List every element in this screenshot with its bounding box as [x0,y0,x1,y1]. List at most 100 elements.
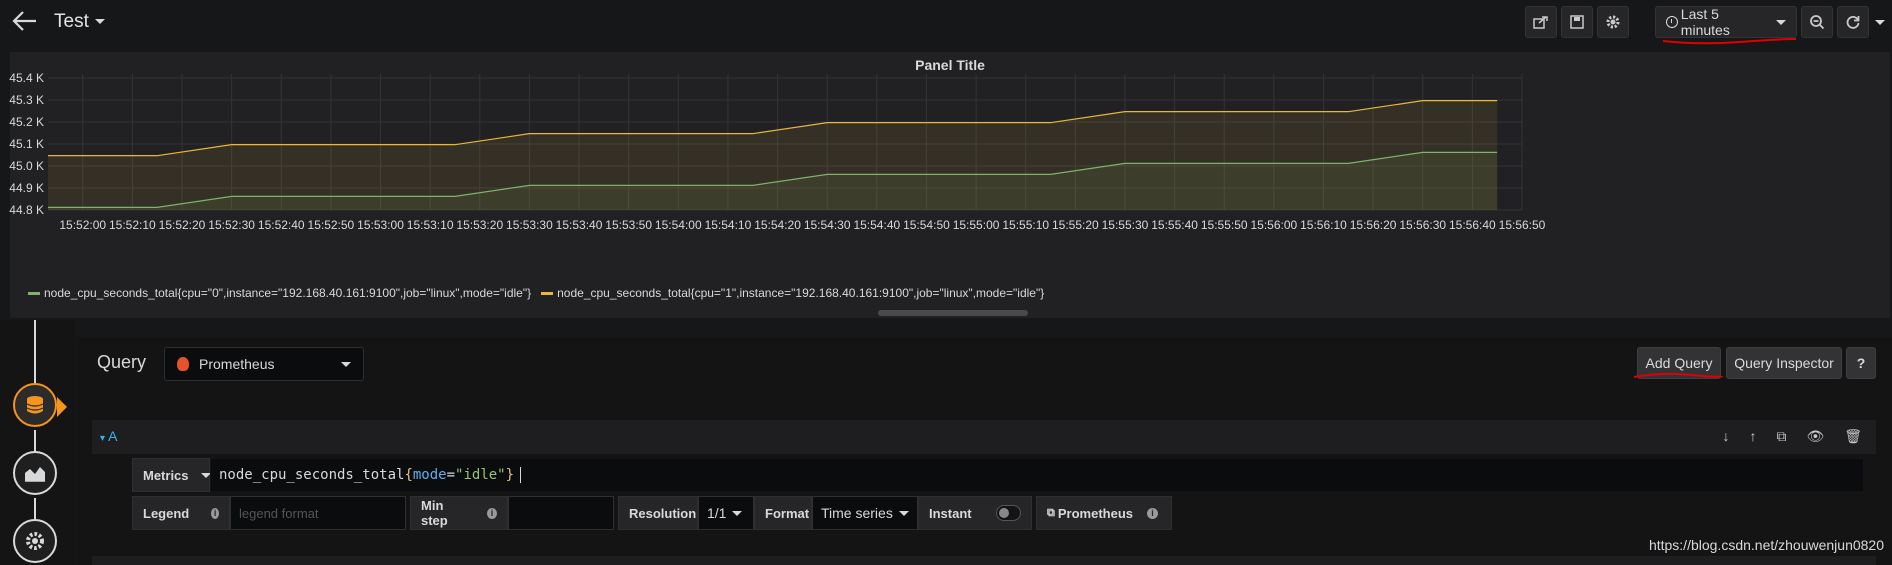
eye-icon[interactable]: 👁 [1806,428,1824,445]
x-tick-label: 15:52:00 [59,218,107,232]
legend-item-series-1[interactable]: node_cpu_seconds_total{cpu="1",instance=… [541,286,1044,300]
x-tick-label: 15:53:50 [605,218,653,232]
instant-text: Instant [929,505,972,521]
database-icon [26,396,44,414]
datasource-name: Prometheus [199,356,275,372]
x-tick-label: 15:55:10 [1002,218,1050,232]
prometheus-icon [177,357,189,371]
gear-icon [1606,15,1620,29]
query-row-header[interactable]: ▾ A ↓ ↑ ⧉ 👁 🗑 [92,420,1876,454]
instant-toggle[interactable] [995,505,1021,521]
query-ref-id: A [108,428,118,444]
graph-panel: Panel Title 45.4 K 45.3 K 45.2 K 45.1 K 45.0… [9,52,1890,318]
query-section-title: Query [97,352,147,372]
x-tick-label: 15:52:10 [109,218,156,232]
query-inspector-button[interactable]: Query Inspector [1726,347,1842,379]
legend-format-input[interactable]: legend format [230,496,406,530]
legend-field-label: Legend i [132,496,230,530]
resolution-select[interactable]: 1/1 [698,496,754,530]
legend-text: Legend [143,505,190,521]
watermark-text: https://blog.csdn.net/zhouwenjun0820 [1648,537,1884,553]
x-tick-label: 15:56:40 [1449,218,1496,232]
save-button[interactable] [1561,6,1593,38]
instant-field: Instant [918,496,1032,530]
move-down-icon[interactable]: ↓ [1722,428,1729,445]
refresh-icon [1846,16,1860,29]
metrics-label: Metrics [143,467,189,483]
query-row-toggle[interactable]: ▾ A [100,428,118,444]
min-step-input[interactable] [508,496,614,530]
format-select[interactable]: Time series [812,496,918,530]
metrics-selector[interactable]: Metrics [132,458,211,492]
x-tick-label: 15:55:30 [1101,218,1149,232]
trash-icon[interactable]: 🗑 [1844,428,1862,445]
share-button[interactable] [1525,6,1557,38]
series-area-1 [48,100,1498,210]
dashboard-title: Test [54,11,89,32]
top-navbar: Test Last 5 minutes [0,0,1892,46]
x-tick-label: 15:52:20 [158,218,206,232]
x-tick-label: 15:52:40 [257,218,305,232]
format-label: Format [754,496,812,530]
legend: node_cpu_seconds_total{cpu="0",instance=… [28,286,1044,300]
legend-swatch [28,292,40,296]
back-arrow-icon[interactable] [12,10,40,34]
text-cursor [520,467,522,483]
dashboard-title-picker[interactable]: Test [54,11,105,33]
info-icon[interactable]: i [211,507,219,519]
metrics-query-input[interactable]: node_cpu_seconds_total{mode = "idle"} [210,458,1864,492]
resolution-label: Resolution [618,496,698,530]
duplicate-icon[interactable]: ⧉ [1776,428,1786,445]
general-settings-tab-button[interactable] [13,519,57,563]
refresh-button[interactable] [1837,6,1869,38]
red-underline-annotation [1662,38,1797,45]
prometheus-help-link[interactable]: ⧉ Prometheus i [1036,496,1172,530]
label-key: mode [412,467,447,483]
x-tick-label: 15:54:20 [754,218,801,232]
zoom-out-button[interactable] [1801,6,1833,38]
share-icon [1533,16,1548,29]
x-tick-label: 15:54:30 [803,218,851,232]
gear-icon [26,532,44,550]
external-link-icon: ⧉ [1047,506,1055,519]
label-value: "idle" [455,467,506,483]
active-tab-pointer [57,397,67,417]
x-tick-label: 15:56:30 [1399,218,1447,232]
next-section-edge [92,556,1876,565]
chevron-down-icon [898,510,909,516]
x-tick-label: 15:53:40 [555,218,603,232]
queries-tab-button[interactable] [13,383,57,427]
datasource-select[interactable]: Prometheus [164,347,364,381]
x-tick-label: 15:53:10 [406,218,454,232]
x-tick-label: 15:56:50 [1498,218,1546,232]
chevron-down-icon [94,19,105,25]
settings-button[interactable] [1597,6,1629,38]
refresh-interval-dropdown[interactable] [1871,6,1889,38]
brace-close: } [505,467,515,483]
brace-open: { [404,467,413,483]
info-icon[interactable]: i [486,507,497,519]
move-up-icon[interactable]: ↑ [1749,428,1756,445]
label-eq: = [446,467,456,483]
x-tick-label: 15:54:00 [654,218,702,232]
x-tick-label: 15:53:20 [456,218,504,232]
area-chart-icon [25,467,45,482]
visualization-tab-button[interactable] [13,451,57,495]
query-options-row: Legend i legend format Min step i Resoluti… [132,496,1172,530]
x-tick-label: 15:54:10 [704,218,752,232]
help-button[interactable]: ? [1846,347,1876,379]
info-icon[interactable]: i [1147,507,1158,519]
format-value: Time series [821,505,893,521]
legend-item-series-0[interactable]: node_cpu_seconds_total{cpu="0",instance=… [28,286,531,300]
min-step-field-label: Min step i [410,496,508,530]
chevron-down-icon [1776,19,1786,25]
legend-label: node_cpu_seconds_total{cpu="0",instance=… [44,286,532,300]
x-tick-label: 15:55:20 [1051,218,1099,232]
graph-plot-area[interactable] [10,52,1890,282]
x-tick-label: 15:56:20 [1349,218,1397,232]
x-tick-label: 15:52:50 [307,218,355,232]
legend-swatch [541,292,554,296]
x-tick-label: 15:52:30 [208,218,255,232]
panel-resize-handle[interactable] [878,310,1028,316]
x-tick-label: 15:53:30 [506,218,553,232]
